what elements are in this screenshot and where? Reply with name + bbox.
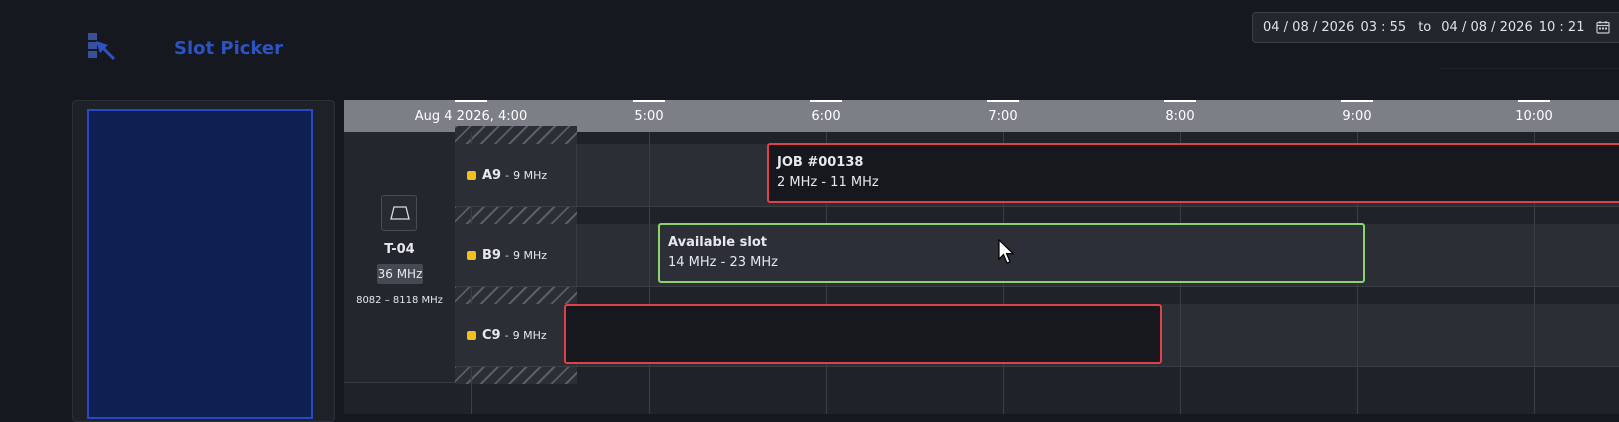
timeline: Aug 4 2026, 4:00 5:00 6:00 7:00 8:00 9:0…	[344, 100, 1619, 414]
row-divider	[455, 206, 1619, 207]
from-date[interactable]: 04 / 08 / 2026	[1263, 20, 1354, 35]
row-divider	[455, 286, 1619, 287]
mouse-cursor-icon	[998, 238, 1016, 265]
busy-slot[interactable]	[564, 304, 1162, 364]
channel-name: C9	[482, 327, 501, 343]
slot-frequency-range: 2 MHz - 11 MHz	[777, 175, 879, 190]
range-separator: to	[1418, 20, 1432, 35]
channel-label-c9[interactable]: C9 - 9 MHz	[455, 304, 577, 366]
row-divider	[455, 366, 1619, 367]
channel-bandwidth: 9 MHz	[512, 248, 547, 262]
track-frequency-range: 8082 – 8118 MHz	[356, 295, 443, 306]
tick-label: 9:00	[1342, 109, 1372, 124]
divider	[1440, 56, 1619, 69]
channel-name: A9	[482, 167, 502, 183]
channel-bandwidth: 9 MHz	[513, 168, 548, 182]
channel-separator: -	[505, 168, 510, 182]
channel-label-b9[interactable]: B9 - 9 MHz	[455, 224, 577, 286]
app-title: Slot Picker	[174, 38, 283, 59]
date-range-picker[interactable]: 04 / 08 / 2026 03 : 55 to 04 / 08 / 2026…	[1252, 12, 1619, 43]
tick-label: 6:00	[811, 109, 841, 124]
track-info: T-04 36 MHz 8082 – 8118 MHz	[344, 132, 456, 383]
track-bandwidth-badge: 36 MHz	[377, 264, 423, 284]
tick: 10:00	[1504, 100, 1564, 124]
channel-bandwidth: 9 MHz	[512, 328, 547, 342]
status-dot	[467, 250, 476, 260]
tick: 6:00	[796, 100, 856, 124]
tick-label: 5:00	[634, 109, 664, 124]
grid-line	[649, 132, 650, 414]
guard-band	[455, 366, 577, 384]
track-name: T-04	[384, 242, 415, 257]
channel-label-a9[interactable]: A9 - 9 MHz	[455, 144, 577, 206]
tick: 7:00	[973, 100, 1033, 124]
timeline-grid: T-04 36 MHz 8082 – 8118 MHz A9 - 9 MHz B…	[344, 126, 1619, 414]
status-dot	[467, 170, 476, 180]
slot-picker-logo-icon	[88, 33, 120, 63]
channel-name: B9	[482, 247, 501, 263]
tick: 5:00	[619, 100, 679, 124]
slot-title: JOB #00138	[777, 155, 864, 170]
to-date[interactable]: 04 / 08 / 2026	[1441, 20, 1532, 35]
spectrum-preview-viewport[interactable]	[87, 109, 313, 419]
guard-band	[455, 286, 577, 304]
to-time[interactable]: 10 : 21	[1539, 20, 1585, 35]
status-dot	[467, 330, 476, 340]
tick-label: 8:00	[1165, 109, 1195, 124]
tick-label: 10:00	[1515, 109, 1553, 124]
from-time[interactable]: 03 : 55	[1360, 20, 1406, 35]
job-slot[interactable]: JOB #00138 2 MHz - 11 MHz	[767, 143, 1619, 203]
channel-separator: -	[504, 248, 509, 262]
calendar-icon[interactable]	[1596, 20, 1610, 34]
guard-band	[455, 126, 577, 144]
spectrum-preview-panel	[72, 100, 335, 422]
tick: 9:00	[1327, 100, 1387, 124]
guard-band	[455, 206, 577, 224]
tick-label: 7:00	[988, 109, 1018, 124]
tick: Aug 4 2026, 4:00	[391, 100, 551, 124]
tick: 8:00	[1150, 100, 1210, 124]
trapezoid-icon[interactable]	[381, 195, 417, 231]
channel-separator: -	[504, 328, 509, 342]
tick-label: Aug 4 2026, 4:00	[414, 109, 528, 124]
